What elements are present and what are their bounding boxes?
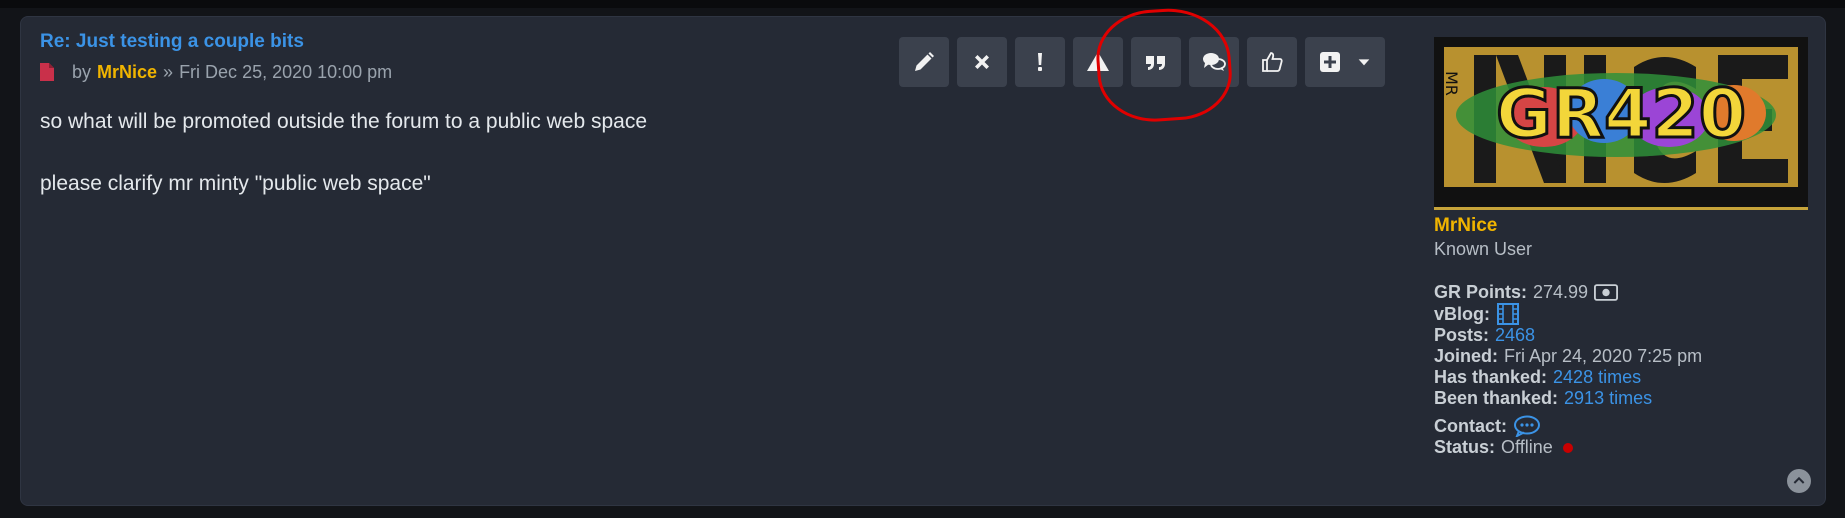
quote-icon [1146,56,1165,70]
thumbs-up-icon [1262,52,1283,72]
user-profile: MrNice Known User GR Points: 274.99 vBlo… [1434,215,1702,458]
forum-post: Re: Just testing a couple bits by MrNice… [20,4,1826,506]
been-thanked-label: Been thanked: [1434,388,1559,408]
chevron-up-icon [1793,476,1805,484]
byline-separator: » [163,61,174,82]
warn-button[interactable] [1015,37,1065,87]
posts-label: Posts: [1434,325,1490,345]
svg-text:MR: MR [1442,71,1461,96]
joined-label: Joined: [1434,346,1499,366]
gr-points-row: GR Points: 274.99 [1434,282,1702,303]
posts-link[interactable]: 2468 [1495,325,1535,346]
post-paragraph: please clarify mr minty "public web spac… [40,172,431,195]
post-actions [899,37,1385,87]
money-icon [1594,284,1619,301]
edit-button[interactable] [899,37,949,87]
joined-value: Fri Apr 24, 2020 7:25 pm [1504,346,1703,366]
profile-rank: Known User [1434,239,1533,259]
has-thanked-label: Has thanked: [1434,367,1548,387]
post-paragraph: so what will be promoted outside the for… [40,110,648,133]
plus-square-icon [1320,52,1340,72]
post-date: Fri Dec 25, 2020 10:00 pm [179,61,393,82]
caret-down-icon [1358,59,1370,66]
contact-row: Contact: [1434,415,1702,437]
posts-row: Posts: 2468 [1434,325,1702,346]
status-label: Status: [1434,437,1496,457]
post-byline: by MrNice » Fri Dec 25, 2020 10:00 pm [40,61,392,83]
reply-button[interactable] [1189,37,1239,87]
offline-dot-icon [1562,442,1573,453]
top-bar [0,0,1845,8]
joined-row: Joined: Fri Apr 24, 2020 7:25 pm [1434,346,1702,367]
back-to-top-button[interactable] [1787,469,1811,493]
been-thanked-link[interactable]: 2913 times [1564,388,1652,409]
post-content: so what will be promoted outside the for… [40,109,647,233]
status-row: Status: Offline [1434,437,1702,458]
warning-triangle-icon [1087,52,1109,71]
gr-points-label: GR Points: [1434,282,1527,302]
report-button[interactable] [1073,37,1123,87]
status-value: Offline [1501,437,1553,457]
contact-label: Contact: [1434,415,1507,436]
pencil-icon [915,52,934,71]
profile-username[interactable]: MrNice [1434,215,1702,237]
vblog-label: vBlog: [1434,303,1490,324]
delete-button[interactable] [957,37,1007,87]
comments-icon [1203,53,1226,71]
post-title-link[interactable]: Re: Just testing a couple bits [40,31,304,53]
film-icon[interactable] [1496,303,1520,325]
by-label: by [72,61,92,82]
author-link[interactable]: MrNice [97,62,157,83]
has-thanked-link[interactable]: 2428 times [1553,367,1641,388]
quote-button[interactable] [1131,37,1181,87]
avatar: GR420 MR [1434,37,1808,210]
thanks-button[interactable] [1247,37,1297,87]
been-thanked-row: Been thanked: 2913 times [1434,388,1702,409]
gr-points-value: 274.99 [1533,282,1589,302]
close-icon [975,55,989,69]
has-thanked-row: Has thanked: 2428 times [1434,367,1702,388]
exclamation-icon [1038,53,1042,71]
more-actions-button[interactable] [1305,37,1385,87]
chat-bubble-icon[interactable] [1513,415,1541,437]
post-file-icon[interactable] [40,63,54,81]
svg-text:GR420: GR420 [1496,75,1746,154]
vblog-row: vBlog: [1434,303,1702,325]
